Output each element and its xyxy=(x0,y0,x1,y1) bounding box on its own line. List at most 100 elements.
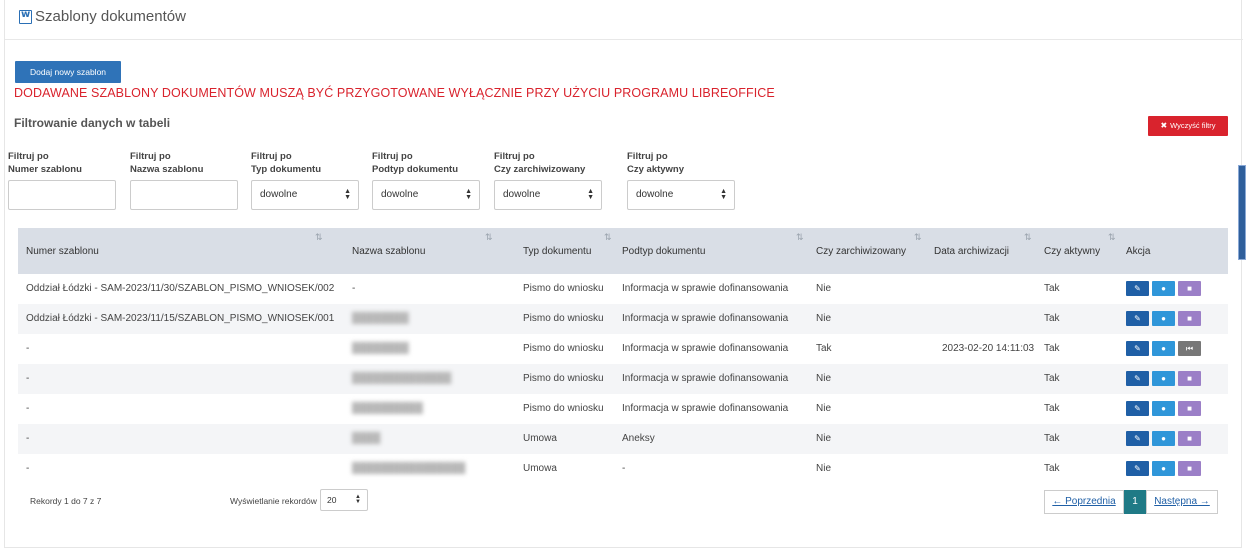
filter-input[interactable] xyxy=(130,180,238,210)
cell-nazwa: ████████████████ xyxy=(352,463,466,474)
edit-pencil-icon[interactable]: ✎ xyxy=(1126,401,1149,416)
cell-typ: Pismo do wniosku xyxy=(523,313,604,324)
page-title: Szablony dokumentów xyxy=(35,8,186,25)
column-header[interactable]: Data archiwizacji xyxy=(934,246,1009,257)
filter-label-field: Nazwa szablonu xyxy=(130,164,204,175)
eye-icon[interactable]: ● xyxy=(1152,461,1175,476)
sort-icon[interactable]: ⇅ xyxy=(1108,232,1116,243)
sort-icon[interactable]: ⇅ xyxy=(1024,232,1032,243)
table-row: - ████ Umowa Aneksy Nie Tak ✎ ● ■ xyxy=(18,424,1228,454)
cell-numer: - xyxy=(26,433,30,444)
cell-aktywny: Tak xyxy=(1044,343,1060,354)
cell-zarchiwizowany: Nie xyxy=(816,463,832,474)
cell-zarchiwizowany: Nie xyxy=(816,403,832,414)
table-row: Oddział Łódzki - SAM-2023/11/15/SZABLON_… xyxy=(18,304,1228,334)
filter-label-prefix: Filtruj po xyxy=(251,151,292,162)
cell-numer: - xyxy=(26,463,30,474)
filter-label-field: Typ dokumentu xyxy=(251,164,322,175)
edit-pencil-icon[interactable]: ✎ xyxy=(1126,431,1149,446)
cell-typ: Pismo do wniosku xyxy=(523,403,604,414)
cell-nazwa: - xyxy=(352,283,356,294)
sort-icon[interactable]: ⇅ xyxy=(604,232,612,243)
column-header[interactable]: Czy zarchiwizowany xyxy=(816,246,906,257)
table-header: Numer szablonu Nazwa szablonu Typ dokument… xyxy=(18,228,1228,274)
filter-label-field: Czy zarchiwizowany xyxy=(494,164,586,175)
sort-icon[interactable]: ⇅ xyxy=(796,232,804,243)
cell-podtyp: Informacja w sprawie dofinansowania xyxy=(622,403,789,414)
cell-aktywny: Tak xyxy=(1044,463,1060,474)
filter-select[interactable]: dowolne ▲ ▼ xyxy=(627,180,735,210)
table-row: - ████████ Pismo do wniosku Informacja w sp… xyxy=(18,334,1228,364)
prev-page-link[interactable]: ← Poprzednia xyxy=(1044,490,1124,514)
column-header[interactable]: Numer szablonu xyxy=(26,246,99,257)
side-feedback-tab[interactable] xyxy=(1238,165,1246,260)
column-header[interactable]: Podtyp dokumentu xyxy=(622,246,705,257)
restore-icon[interactable]: ⏮ xyxy=(1178,341,1201,356)
cell-numer: Oddział Łódzki - SAM-2023/11/15/SZABLON_… xyxy=(26,313,335,324)
table-row: - ██████████████ Pismo do wniosku Informacj… xyxy=(18,364,1228,394)
filter-label-prefix: Filtruj po xyxy=(372,151,413,162)
cell-zarchiwizowany: Tak xyxy=(816,343,832,354)
filter-select-value: dowolne xyxy=(381,189,419,200)
filter-3: Filtruj po Podtyp dokumentu dowolne ▲ ▼ xyxy=(372,150,480,210)
cell-nazwa: ████████ xyxy=(352,343,409,354)
cell-zarchiwizowany: Nie xyxy=(816,313,832,324)
archive-icon[interactable]: ■ xyxy=(1178,371,1201,386)
select-arrows-icon: ▲ ▼ xyxy=(355,494,361,505)
filter-select[interactable]: dowolne ▲ ▼ xyxy=(372,180,480,210)
sort-icon[interactable]: ⇅ xyxy=(485,232,493,243)
eye-icon[interactable]: ● xyxy=(1152,281,1175,296)
select-arrows-icon: ▲ ▼ xyxy=(465,188,472,201)
cell-zarchiwizowany: Nie xyxy=(816,433,832,444)
archive-icon[interactable]: ■ xyxy=(1178,461,1201,476)
sort-icon[interactable]: ⇅ xyxy=(914,232,922,243)
filter-2: Filtruj po Typ dokumentu dowolne ▲ ▼ xyxy=(251,150,359,210)
edit-pencil-icon[interactable]: ✎ xyxy=(1126,311,1149,326)
table-row: - ████████████████ Umowa - Nie Tak ✎ ● ■ xyxy=(18,454,1228,484)
per-page-select[interactable]: 20 ▲ ▼ xyxy=(320,489,368,511)
select-arrows-icon: ▲ ▼ xyxy=(720,188,727,201)
column-header[interactable]: Typ dokumentu xyxy=(523,246,591,257)
column-header[interactable]: Czy aktywny xyxy=(1044,246,1100,257)
eye-icon[interactable]: ● xyxy=(1152,371,1175,386)
select-arrows-icon: ▲ ▼ xyxy=(587,188,594,201)
next-page-link[interactable]: Następna → xyxy=(1146,490,1218,514)
column-header[interactable]: Nazwa szablonu xyxy=(352,246,425,257)
filter-select[interactable]: dowolne ▲ ▼ xyxy=(251,180,359,210)
eye-icon[interactable]: ● xyxy=(1152,401,1175,416)
edit-pencil-icon[interactable]: ✎ xyxy=(1126,341,1149,356)
cell-typ: Umowa xyxy=(523,463,557,474)
filter-select-value: dowolne xyxy=(260,189,298,200)
cell-nazwa: ██████████ xyxy=(352,403,423,414)
current-page[interactable]: 1 xyxy=(1124,490,1146,514)
per-page-value: 20 xyxy=(327,495,337,505)
cell-podtyp: Informacja w sprawie dofinansowania xyxy=(622,313,789,324)
edit-pencil-icon[interactable]: ✎ xyxy=(1126,461,1149,476)
edit-pencil-icon[interactable]: ✎ xyxy=(1126,281,1149,296)
cell-typ: Pismo do wniosku xyxy=(523,283,604,294)
filter-label-field: Podtyp dokumentu xyxy=(372,164,459,175)
filter-1: Filtruj po Nazwa szablonu xyxy=(130,150,238,210)
templates-table: Numer szablonu Nazwa szablonu Typ dokument… xyxy=(18,228,1228,484)
cell-aktywny: Tak xyxy=(1044,403,1060,414)
eye-icon[interactable]: ● xyxy=(1152,431,1175,446)
cell-typ: Umowa xyxy=(523,433,557,444)
filter-select[interactable]: dowolne ▲ ▼ xyxy=(494,180,602,210)
archive-icon[interactable]: ■ xyxy=(1178,401,1201,416)
filter-input[interactable] xyxy=(8,180,116,210)
archive-icon[interactable]: ■ xyxy=(1178,431,1201,446)
cell-podtyp: Informacja w sprawie dofinansowania xyxy=(622,373,789,384)
eye-icon[interactable]: ● xyxy=(1152,311,1175,326)
clear-filters-label: Wyczyść filtry xyxy=(1170,121,1216,130)
column-header: Akcja xyxy=(1126,246,1151,257)
archive-icon[interactable]: ■ xyxy=(1178,281,1201,296)
add-template-button[interactable]: Dodaj nowy szablon xyxy=(15,61,121,83)
clear-filters-button[interactable]: ✖ Wyczyść filtry xyxy=(1148,116,1228,136)
page-header: Szablony dokumentów xyxy=(5,0,1243,40)
cell-typ: Pismo do wniosku xyxy=(523,373,604,384)
edit-pencil-icon[interactable]: ✎ xyxy=(1126,371,1149,386)
sort-icon[interactable]: ⇅ xyxy=(315,232,323,243)
eye-icon[interactable]: ● xyxy=(1152,341,1175,356)
archive-icon[interactable]: ■ xyxy=(1178,311,1201,326)
filter-label-prefix: Filtruj po xyxy=(8,151,49,162)
